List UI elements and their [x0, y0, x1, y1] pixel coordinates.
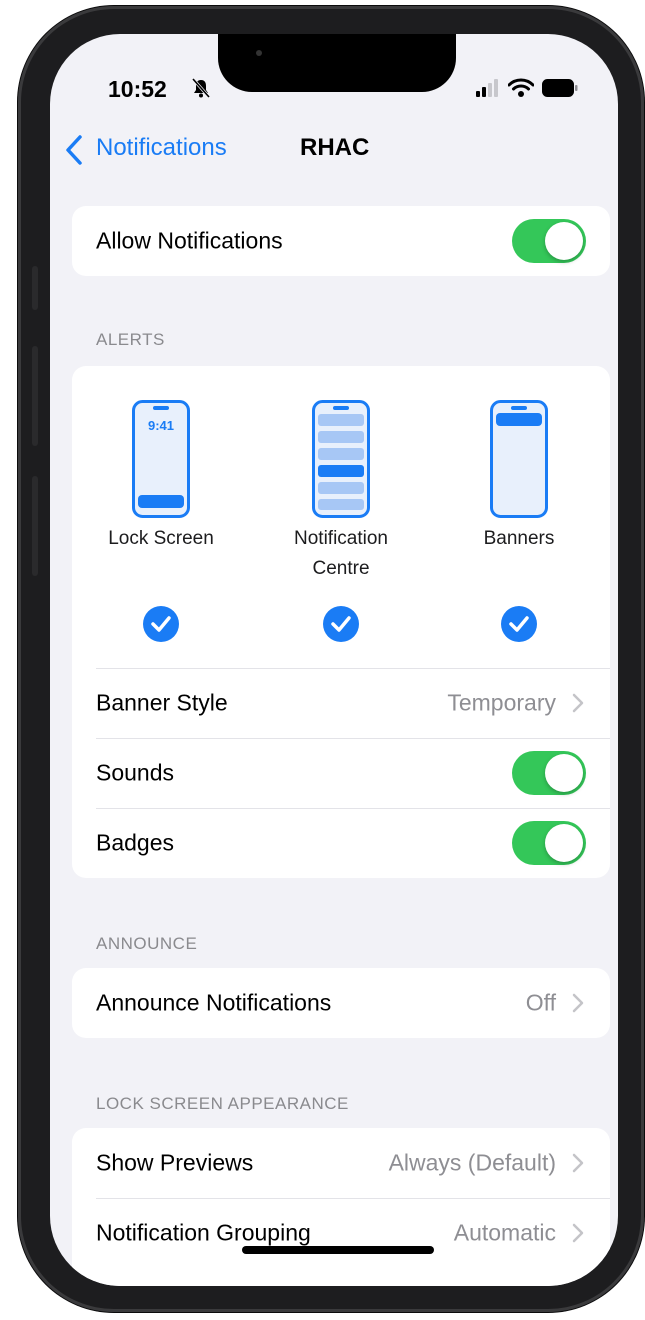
banner-style-label: Banner Style — [96, 689, 228, 716]
lock-screen-checkmark[interactable] — [143, 606, 179, 642]
allow-notifications-row: Allow Notifications — [72, 206, 610, 276]
checkmark-icon — [151, 616, 171, 632]
chevron-right-icon — [572, 693, 584, 713]
checkmark-icon — [509, 616, 529, 632]
lock-screen-label: Lock Screen — [108, 528, 214, 549]
banners-checkmark[interactable] — [501, 606, 537, 642]
alert-option-notification-centre[interactable]: Notification Centre — [256, 366, 426, 646]
notification-grouping-value: Automatic — [453, 1219, 556, 1246]
notification-grouping-row[interactable]: Notification Grouping Automatic — [72, 1198, 610, 1268]
badges-toggle[interactable] — [512, 821, 586, 865]
navigation-bar: Notifications RHAC — [50, 128, 618, 172]
notification-centre-checkmark[interactable] — [323, 606, 359, 642]
alerts-header: ALERTS — [96, 330, 165, 349]
lock-screen-appearance-header: LOCK SCREEN APPEARANCE — [96, 1094, 349, 1113]
banners-phone-icon — [490, 400, 548, 518]
alert-option-banners[interactable]: Banners — [434, 366, 604, 646]
battery-icon — [542, 79, 578, 97]
back-button[interactable]: Notifications — [96, 134, 227, 162]
alert-option-lock-screen[interactable]: 9:41 Lock Screen — [76, 366, 246, 646]
sounds-toggle[interactable] — [512, 751, 586, 795]
screen: 10:52 Notifications RHAC Allow Notificat… — [50, 34, 618, 1286]
lock-screen-appearance-card: Show Previews Always (Default) Notificat… — [72, 1128, 610, 1286]
banners-label: Banners — [483, 528, 555, 549]
announce-notifications-value: Off — [525, 989, 556, 1016]
home-indicator[interactable] — [242, 1246, 434, 1254]
wifi-icon — [508, 78, 534, 97]
show-previews-label: Show Previews — [96, 1149, 254, 1176]
status-indicators — [476, 78, 578, 98]
sounds-label: Sounds — [96, 759, 175, 786]
badges-row: Badges — [72, 808, 610, 878]
badges-label: Badges — [96, 829, 175, 856]
chevron-right-icon — [572, 1153, 584, 1173]
chevron-right-icon — [572, 993, 584, 1013]
show-previews-value: Always (Default) — [388, 1149, 556, 1176]
announce-card: Announce Notifications Off — [72, 968, 610, 1038]
banner-style-value: Temporary — [447, 689, 556, 716]
allow-notifications-toggle[interactable] — [512, 219, 586, 263]
volume-down-button — [32, 476, 38, 576]
notch — [218, 34, 456, 92]
allow-notifications-card: Allow Notifications — [72, 206, 610, 276]
sounds-row: Sounds — [72, 738, 610, 808]
silent-bell-icon — [192, 78, 210, 98]
back-chevron-icon[interactable] — [64, 134, 84, 166]
announce-header: ANNOUNCE — [96, 934, 198, 953]
show-previews-row[interactable]: Show Previews Always (Default) — [72, 1128, 610, 1198]
notification-grouping-label: Notification Grouping — [96, 1219, 311, 1246]
alerts-card: 9:41 Lock Screen Notification Centre Ban… — [72, 366, 610, 878]
notification-centre-label-line1: Notification — [294, 528, 388, 549]
notification-centre-phone-icon — [312, 400, 370, 518]
checkmark-icon — [331, 616, 351, 632]
chevron-right-icon — [572, 1223, 584, 1243]
allow-notifications-label: Allow Notifications — [96, 227, 283, 254]
lock-screen-preview-time: 9:41 — [147, 418, 175, 433]
announce-notifications-label: Announce Notifications — [96, 989, 332, 1016]
notification-centre-label-line2: Centre — [312, 558, 370, 579]
status-time: 10:52 — [108, 76, 167, 102]
banner-style-row[interactable]: Banner Style Temporary — [72, 668, 610, 738]
volume-up-button — [32, 346, 38, 446]
page-title: RHAC — [300, 134, 370, 161]
announce-notifications-row[interactable]: Announce Notifications Off — [72, 968, 610, 1038]
cellular-signal-icon — [476, 79, 498, 97]
mute-switch — [32, 266, 38, 310]
